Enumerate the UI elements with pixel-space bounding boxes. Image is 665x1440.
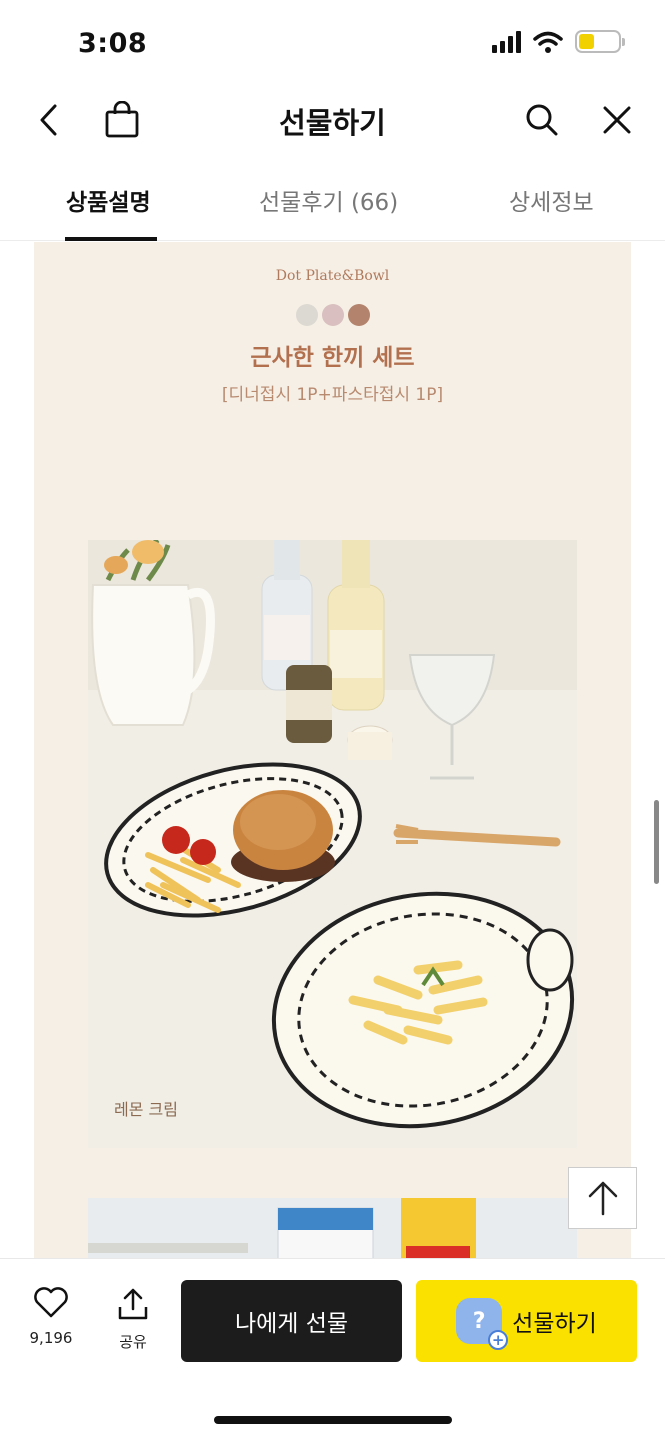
status-time: 3:08 [78,28,148,59]
product-photo: 레몬 크림 [88,540,577,1148]
color-options [296,304,370,326]
tableware-illustration [88,540,577,1148]
share-icon [118,1288,148,1320]
product-content: Dot Plate&Bowl 근사한 한끼 세트 [디너접시 1P+파스타접시 … [0,242,665,1258]
share-button[interactable]: 공유 [98,1287,168,1352]
arrow-up-icon [588,1181,617,1216]
product-set-subtitle: [디너접시 1P+파스타접시 1P] [221,385,444,405]
friend-select-icon: ? + [456,1298,509,1350]
nav-bar: 선물하기 [0,90,665,152]
home-indicator [214,1416,452,1424]
gift-to-self-button[interactable]: 나에게 선물 [181,1280,402,1362]
tab-active-indicator [65,237,157,241]
search-icon[interactable] [520,98,564,142]
status-icons [492,30,625,53]
scrollbar[interactable] [654,800,659,884]
second-photo-illustration [88,1198,577,1258]
product-detail-panel: Dot Plate&Bowl 근사한 한끼 세트 [디너접시 1P+파스타접시 … [34,242,631,1258]
status-bar: 3:08 [0,0,665,90]
gift-button-label: 선물하기 [512,1311,597,1337]
color-dot [348,304,370,326]
scroll-to-top-button[interactable] [568,1167,637,1229]
wifi-icon [533,31,563,53]
brand-name: Dot Plate&Bowl [275,268,390,284]
tab-reviews[interactable]: 선물후기 (66) [259,183,398,217]
like-count: 9,196 [29,1329,73,1347]
page-title: 선물하기 [279,106,386,140]
tab-details[interactable]: 상세정보 [509,183,594,217]
battery-icon [575,30,625,53]
like-button[interactable]: 9,196 [16,1287,86,1347]
heart-icon [34,1287,68,1318]
color-dot [322,304,344,326]
tab-description[interactable]: 상품설명 [66,183,151,217]
close-icon[interactable] [595,98,639,142]
photo-caption: 레몬 크림 [114,1100,178,1119]
tab-bar: 상품설명 선물후기 (66) 상세정보 [0,165,665,241]
signal-icon [492,30,521,53]
bottom-action-bar: 9,196 공유 나에게 선물 ? + 선물하기 [0,1258,665,1440]
gift-button[interactable]: ? + 선물하기 [416,1280,637,1362]
share-label: 공유 [119,1333,147,1351]
color-dot [296,304,318,326]
product-set-title: 근사한 한끼 세트 [250,345,415,371]
product-photo-2 [88,1198,577,1258]
